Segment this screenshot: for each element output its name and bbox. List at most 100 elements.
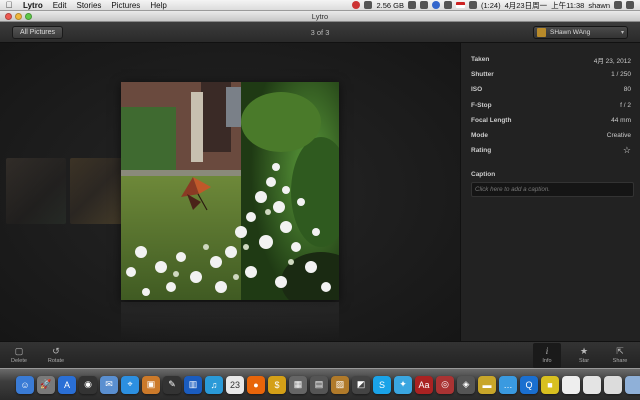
battery-time[interactable]: (1:24)	[481, 1, 501, 10]
memory-readout[interactable]: 2.56 GB	[376, 1, 404, 10]
info-row-shutter: Shutter 1 / 250	[471, 67, 631, 82]
photo-app-icon[interactable]: ▨	[331, 375, 349, 394]
mail-icon[interactable]: ✉	[100, 375, 118, 394]
user-name: SHawn WAng	[550, 28, 591, 36]
menu-edit[interactable]: Edit	[48, 1, 72, 10]
rotate-label: Rotate	[47, 358, 65, 364]
app-toolbar: All Pictures 3 of 3 SHawn WAng ▾	[0, 22, 640, 43]
info-value: f / 2	[620, 101, 631, 109]
star-icon: ★	[579, 346, 589, 356]
caption-field[interactable]	[471, 182, 634, 198]
menu-lytro[interactable]: Lytro	[18, 1, 48, 10]
share-label: Share	[612, 358, 628, 364]
info-row-focal-length: Focal Length 44 mm	[471, 113, 631, 128]
wifi-icon[interactable]	[431, 1, 440, 9]
screen:  Lytro Edit Stories Pictures Help 2.56 …	[0, 0, 640, 400]
delete-button[interactable]: ▢ Delete	[5, 346, 33, 364]
app-store-icon[interactable]: A	[58, 375, 76, 394]
info-row-mode: Mode Creative	[471, 128, 631, 143]
itunes-icon[interactable]: ♫	[205, 375, 223, 394]
rating-label: Rating	[471, 147, 492, 155]
info-row-fstop: F-Stop f / 2	[471, 98, 631, 113]
dashboard-icon[interactable]: ◉	[79, 375, 97, 394]
photo-booth-icon[interactable]: ◎	[436, 375, 454, 394]
info-label: Shutter	[471, 71, 494, 79]
user-menu[interactable]: shawn	[588, 1, 610, 10]
twitter-icon[interactable]: ✦	[394, 375, 412, 394]
caption-input[interactable]	[475, 186, 630, 194]
living-picture[interactable]	[121, 82, 339, 300]
pen-app-icon[interactable]: ✎	[163, 375, 181, 394]
iphoto-icon[interactable]: ▥	[184, 375, 202, 394]
menu-bar:  Lytro Edit Stories Pictures Help 2.56 …	[0, 0, 640, 11]
menu-pictures[interactable]: Pictures	[106, 1, 145, 10]
menu-help[interactable]: Help	[145, 1, 171, 10]
apple-menu-icon[interactable]: 	[0, 0, 18, 10]
info-label: Mode	[471, 132, 488, 140]
preview-icon[interactable]: ▣	[142, 375, 160, 394]
calendar-icon[interactable]: 23	[226, 375, 244, 394]
finder-icon[interactable]: ☺	[16, 375, 34, 394]
notification-icon[interactable]	[626, 1, 634, 9]
info-label: Taken	[471, 56, 490, 64]
ruler-app-icon[interactable]: ▬	[478, 375, 496, 394]
info-row-iso: ISO 80	[471, 82, 631, 97]
info-value: 44 mm	[611, 116, 631, 124]
info-panel: Taken 4月 23, 2012 Shutter 1 / 250 ISO 80…	[460, 43, 640, 341]
document-icon[interactable]	[562, 375, 580, 394]
orange-app-icon[interactable]: ●	[247, 375, 265, 394]
safari-icon[interactable]: ⌖	[121, 375, 139, 394]
bluetooth-icon[interactable]	[419, 1, 428, 9]
previous-picture-thumbnail-2[interactable]	[70, 158, 122, 224]
caption-label: Caption	[471, 171, 496, 179]
window-title: Lytro	[311, 11, 329, 21]
volume-icon[interactable]	[443, 1, 452, 9]
status-tool-icon[interactable]	[407, 1, 416, 9]
all-pictures-button[interactable]: All Pictures	[12, 25, 64, 39]
document-2-icon[interactable]	[583, 375, 601, 394]
info-value: 80	[623, 86, 631, 94]
clock-time[interactable]: 上午11:38	[551, 0, 584, 11]
previous-picture-thumbnail[interactable]	[6, 158, 66, 224]
qq-icon[interactable]: Q	[520, 375, 538, 394]
rating-star-icon[interactable]: ☆	[623, 145, 631, 156]
input-source-flag-icon[interactable]	[455, 2, 465, 8]
info-value: 4月 23, 2012	[593, 57, 631, 65]
info-row-taken: Taken 4月 23, 2012	[471, 52, 631, 67]
yellow-app-icon[interactable]: ■	[541, 375, 559, 394]
info-icon: i	[545, 346, 549, 356]
chevron-down-icon: ▾	[620, 29, 624, 36]
star-label: Star	[578, 358, 590, 364]
dictionary-icon[interactable]: Aa	[415, 375, 433, 394]
info-button[interactable]: i Info	[533, 343, 561, 368]
window-titlebar: Lytro	[0, 11, 640, 22]
grid-app-icon[interactable]: ▦	[289, 375, 307, 394]
spotlight-icon[interactable]	[614, 1, 622, 9]
battery-icon[interactable]	[468, 1, 477, 9]
media-app-icon[interactable]: ▤	[310, 375, 328, 394]
rotate-button[interactable]: ↺ Rotate	[42, 346, 70, 364]
status-area: 2.56 GB (1:24) 4月23日周一 上午11:38 shawn	[352, 0, 640, 11]
launchpad-icon[interactable]: 🚀	[37, 375, 55, 394]
money-app-icon[interactable]: $	[268, 375, 286, 394]
share-button[interactable]: ⇱ Share	[606, 346, 634, 364]
memory-monitor-icon[interactable]	[364, 1, 373, 9]
info-label: F-Stop	[471, 101, 492, 109]
clock-date[interactable]: 4月23日周一	[505, 0, 548, 11]
star-button[interactable]: ★ Star	[570, 346, 598, 364]
messages-icon[interactable]: …	[499, 375, 517, 394]
skype-icon[interactable]: S	[373, 375, 391, 394]
lytro-app-icon[interactable]: ◈	[457, 375, 475, 394]
info-label: Focal Length	[471, 116, 512, 124]
user-avatar	[537, 27, 546, 37]
user-selector[interactable]: SHawn WAng ▾	[533, 25, 628, 39]
folder-icon[interactable]	[625, 375, 640, 394]
image-app-icon[interactable]: ◩	[352, 375, 370, 394]
menu-stories[interactable]: Stories	[72, 1, 107, 10]
photo-reflection	[121, 302, 339, 342]
status-app-icon[interactable]	[352, 1, 361, 9]
rotate-icon: ↺	[52, 346, 60, 356]
photo-image	[121, 82, 339, 300]
document-3-icon[interactable]	[604, 375, 622, 394]
trash-icon: ▢	[14, 346, 24, 356]
